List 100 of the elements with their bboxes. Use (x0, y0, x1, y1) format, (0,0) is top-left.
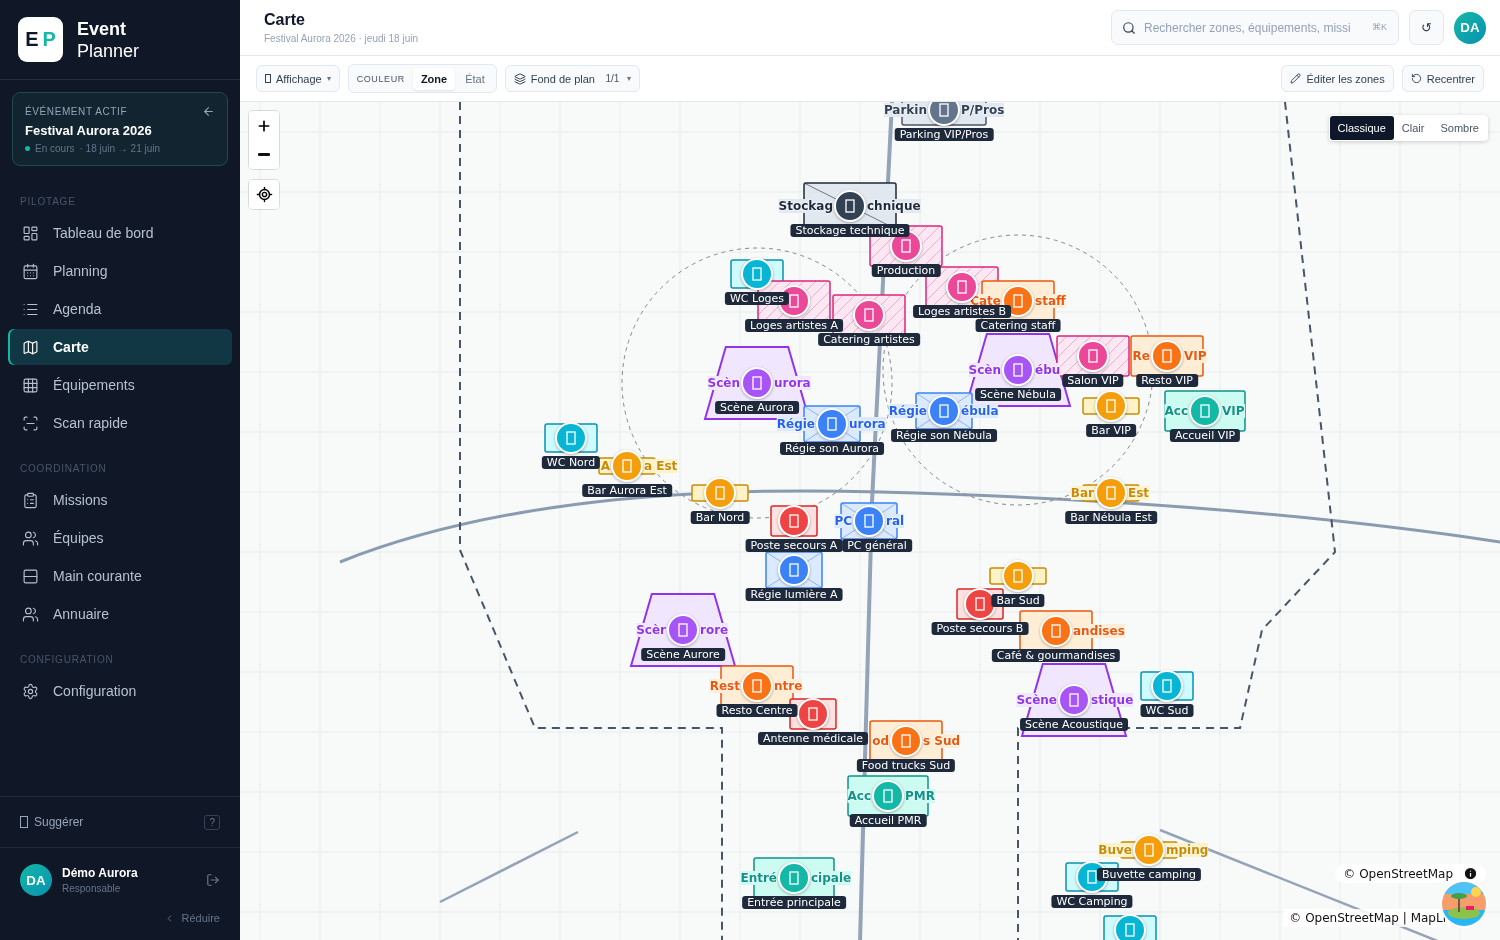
zone-label: Bar Nébula Est (1065, 511, 1157, 524)
zone-glyph-icon (752, 376, 762, 390)
event-caption: ÉVÉNEMENT ACTIF (25, 106, 128, 117)
zone-marker[interactable] (1002, 560, 1034, 592)
zone-map-name: Acc (847, 789, 871, 803)
zone-map-name: od (872, 734, 889, 748)
zone-glyph-icon (789, 563, 799, 577)
color-by-option[interactable]: État (457, 67, 493, 90)
zone-glyph-icon (864, 308, 874, 322)
zone-map-name: Scèn (707, 376, 740, 390)
event-name: Festival Aurora 2026 (25, 123, 153, 138)
zone-map-name: ébu (1035, 363, 1061, 377)
basemap-button[interactable]: Fond de plan 1/1 ▾ (504, 65, 640, 92)
locate-icon (255, 186, 273, 203)
zone-glyph-icon (566, 431, 576, 445)
users-icon (22, 529, 39, 547)
users-icon (22, 605, 39, 623)
zone-map-name: staff (1035, 294, 1066, 308)
zone-map-name: andises (1073, 624, 1125, 638)
zone-marker[interactable] (1095, 477, 1127, 509)
zone-glyph-icon (715, 486, 725, 500)
zone-map-name: VIP (1222, 404, 1245, 418)
zone-glyph-icon (1013, 363, 1023, 377)
nav-item[interactable]: Agenda (8, 291, 232, 327)
nav-section-title: CONFIGURATION (19, 654, 115, 665)
zone-marker[interactable] (704, 477, 736, 509)
nav-item[interactable]: Équipes (8, 520, 232, 556)
zone-glyph-icon (901, 239, 911, 253)
zone-label: Antenne médicale (758, 732, 868, 745)
refresh-button[interactable]: ↺ (1409, 10, 1444, 45)
zone-map-name: ntre (774, 679, 803, 693)
zone-glyph-icon (678, 623, 688, 637)
nav-item[interactable]: Carte (8, 329, 232, 365)
zone-label: Salon VIP (1062, 374, 1124, 387)
map-style-option[interactable]: Classique (1329, 116, 1394, 140)
zone-marker[interactable] (1133, 834, 1165, 866)
zone-map-name: urora (774, 376, 811, 390)
collapse-button[interactable]: Réduire (0, 904, 240, 940)
zone-marker[interactable] (1095, 390, 1127, 422)
nav-item[interactable]: Équipements (8, 367, 232, 403)
zone-label: Poste secours B (931, 622, 1029, 635)
zone-label: Stockage technique (790, 224, 910, 237)
color-by-option[interactable]: Zone (412, 67, 456, 90)
zone-map-name: Entré (740, 871, 777, 885)
zone-glyph-icon (1162, 679, 1172, 693)
rotate-icon (1410, 73, 1422, 84)
help-badge[interactable]: ? (204, 814, 220, 830)
zone-glyph-icon (845, 199, 855, 213)
zone-glyph-icon (901, 734, 911, 748)
nav-item[interactable]: Annuaire (8, 596, 232, 632)
nav-item[interactable]: Tableau de bord (8, 215, 232, 251)
map-background[interactable] (240, 102, 1500, 940)
zone-label: Régie son Nébula (891, 429, 997, 442)
zone-label: Loges artistes B (913, 305, 1011, 318)
back-arrow-icon[interactable] (202, 105, 215, 118)
recenter-button[interactable]: Recentrer (1401, 65, 1484, 92)
nav-item[interactable]: Missions (8, 482, 232, 518)
color-by-caption: COULEUR (356, 73, 405, 84)
zone-glyph-icon (1200, 404, 1210, 418)
zone-map-name: Stockag (778, 199, 833, 213)
nav-section-title: COORDINATION (19, 463, 108, 474)
zone-map-name: Rest (709, 679, 740, 693)
logout-icon[interactable] (206, 873, 220, 887)
active-event-card[interactable]: ÉVÉNEMENT ACTIF Festival Aurora 2026 En cours · 18 juin → 21 juin (12, 92, 228, 166)
nav-item[interactable]: Main courante (8, 558, 232, 594)
zone-label: Catering staff (975, 319, 1061, 332)
scan-icon (22, 414, 39, 432)
zone-label: WC Sud (1140, 704, 1194, 717)
zone-glyph-icon (1051, 624, 1061, 638)
nav-item[interactable]: Configuration (8, 673, 232, 709)
info-icon[interactable] (1463, 866, 1478, 881)
panel-icon (22, 567, 39, 585)
layers-icon (513, 72, 526, 85)
event-dates: · 18 juin → 21 juin (79, 143, 161, 154)
map-attribution: © OpenStreetMap (1343, 866, 1453, 881)
zone-label: Accueil PMR (849, 814, 927, 827)
event-status: En cours (35, 143, 75, 154)
locate-button[interactable] (249, 180, 279, 209)
zone-marker[interactable] (611, 450, 643, 482)
zone-label: Parking VIP/Pros (894, 128, 994, 141)
edit-zones-button[interactable]: Éditer les zones (1281, 65, 1394, 92)
user-role: Responsable (62, 883, 122, 894)
zone-map-name: Re (1132, 349, 1150, 363)
nav-item[interactable]: Scan rapide (8, 405, 232, 441)
suggest-button[interactable]: Suggérer (20, 815, 84, 829)
zone-marker[interactable] (1114, 914, 1146, 940)
zone-glyph-icon (957, 280, 967, 294)
user-avatar: DA (20, 864, 52, 896)
nav-item[interactable]: Planning (8, 253, 232, 289)
zone-glyph-icon (864, 514, 874, 528)
settings-icon (22, 682, 39, 700)
zone-glyph-icon (1125, 923, 1135, 937)
zone-glyph-icon (789, 514, 799, 528)
zone-map-name: cipale (811, 871, 852, 885)
minus-icon (258, 153, 270, 156)
zone-label: Scène Nébula (975, 388, 1061, 401)
display-button[interactable]: Affichage ▾ (256, 65, 340, 92)
zone-label: Production (871, 264, 941, 277)
zone-marker[interactable] (928, 102, 960, 126)
zone-map-name: P/Pros (961, 103, 1005, 117)
